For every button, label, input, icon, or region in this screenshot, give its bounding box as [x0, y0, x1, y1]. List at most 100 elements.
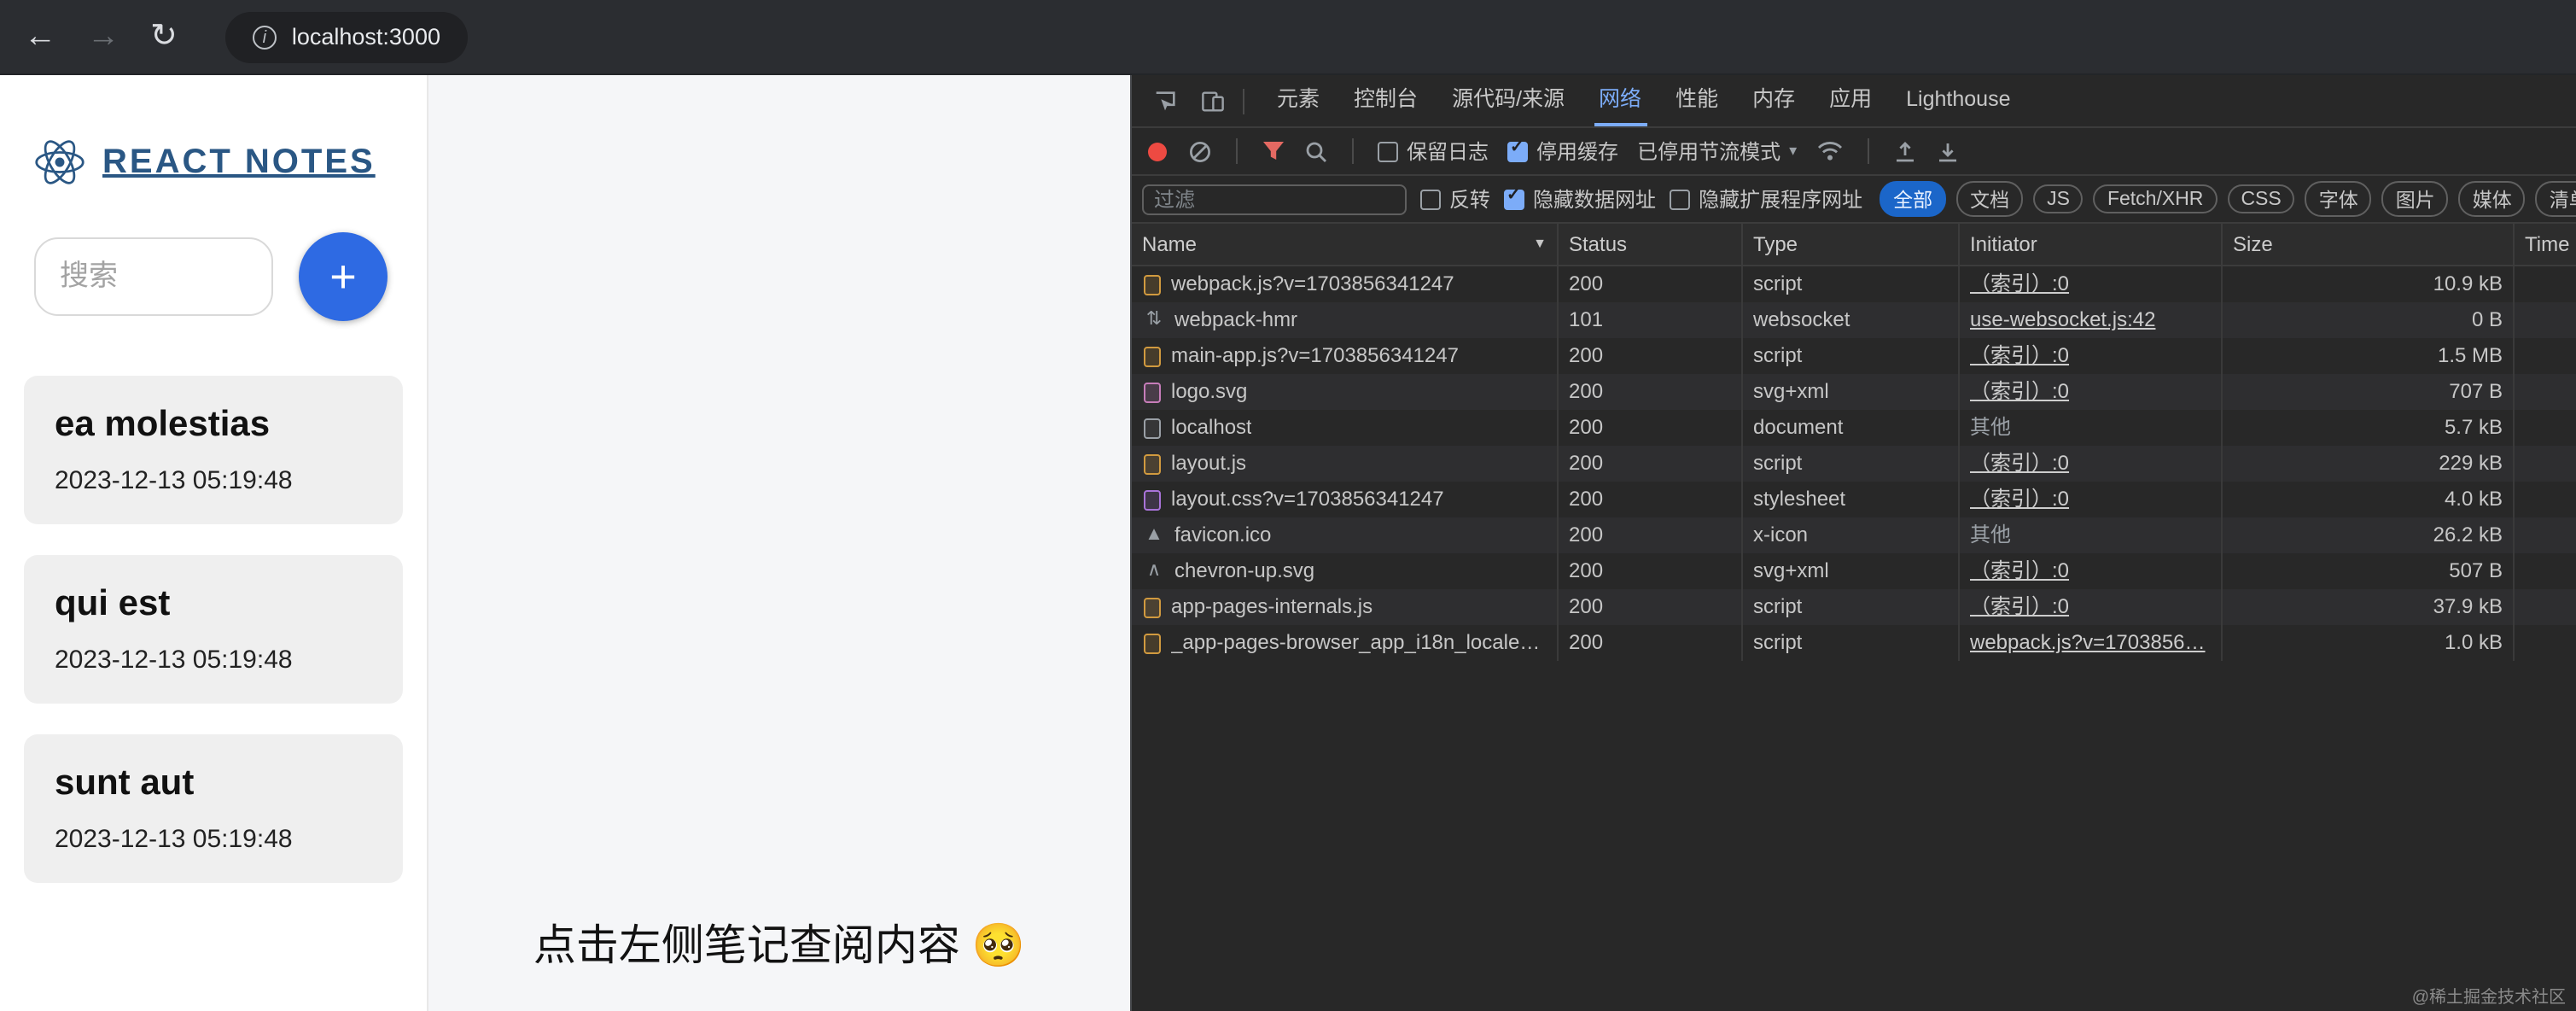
hide-data-urls-checkbox[interactable]: 隐藏数据网址: [1504, 184, 1656, 213]
column-header-status[interactable]: Status: [1559, 224, 1743, 265]
network-request-row[interactable]: logo.svg200svg+xml（索引）:0707 B: [1132, 374, 2576, 410]
devtools-tab-元素[interactable]: 元素: [1260, 75, 1337, 126]
type-chip-字体[interactable]: 字体: [2305, 181, 2372, 217]
chevron-down-icon: ▾: [1789, 142, 1797, 161]
network-request-row[interactable]: layout.js200script（索引）:0229 kB: [1132, 446, 2576, 482]
column-header-name[interactable]: Name ▼: [1132, 224, 1559, 265]
devtools-tab-性能[interactable]: 性能: [1658, 75, 1735, 126]
request-size: 229 kB: [2223, 446, 2515, 482]
note-content-area: 点击左侧笔记查阅内容 🥺: [427, 75, 1130, 1011]
type-chip-JS[interactable]: JS: [2033, 184, 2084, 213]
request-status: 200: [1559, 374, 1743, 410]
column-header-type[interactable]: Type: [1743, 224, 1960, 265]
devtools-tabs: 元素控制台源代码/来源网络性能内存应用Lighthouse: [1260, 75, 2028, 126]
network-request-row[interactable]: ∧chevron-up.svg200svg+xml（索引）:0507 B: [1132, 553, 2576, 589]
request-initiator[interactable]: （索引）:0: [1970, 266, 2211, 302]
column-header-initiator[interactable]: Initiator: [1960, 224, 2223, 265]
request-status: 200: [1559, 266, 1743, 302]
back-icon[interactable]: ←: [24, 20, 56, 53]
network-request-row[interactable]: _app-pages-browser_app_i18n_locale…200sc…: [1132, 625, 2576, 661]
note-card[interactable]: ea molestias 2023-12-13 05:19:48: [24, 376, 403, 524]
note-title: ea molestias: [55, 405, 372, 446]
hide-extension-urls-checkbox[interactable]: 隐藏扩展程序网址: [1670, 184, 1862, 213]
network-request-row[interactable]: layout.css?v=1703856341247200stylesheet（…: [1132, 482, 2576, 517]
type-chip-媒体[interactable]: 媒体: [2459, 181, 2526, 217]
type-chip-文档[interactable]: 文档: [1956, 181, 2023, 217]
app-brand[interactable]: REACT NOTES: [34, 137, 427, 188]
network-request-row[interactable]: app-pages-internals.js200script（索引）:037.…: [1132, 589, 2576, 625]
checkbox-box: [1378, 141, 1398, 161]
checkbox-box: [1420, 189, 1441, 209]
network-request-row[interactable]: ▲favicon.ico200x-icon其他26.2 kB: [1132, 517, 2576, 553]
request-type: script: [1743, 266, 1960, 302]
request-name-cell: app-pages-internals.js: [1132, 589, 1559, 625]
type-chip-图片[interactable]: 图片: [2382, 181, 2449, 217]
network-request-row[interactable]: main-app.js?v=1703856341247200script（索引）…: [1132, 338, 2576, 374]
device-toolbar-icon[interactable]: [1190, 79, 1234, 123]
clear-icon[interactable]: [1188, 139, 1212, 163]
address-bar[interactable]: i localhost:3000: [225, 11, 468, 62]
request-status: 200: [1559, 589, 1743, 625]
column-header-size[interactable]: Size: [2223, 224, 2515, 265]
note-card[interactable]: sunt aut2023-12-13 05:19:48: [24, 734, 403, 883]
chevron-file-icon: ∧: [1144, 562, 1164, 581]
request-initiator[interactable]: use-websocket.js:42: [1970, 302, 2211, 338]
note-date: 2023-12-13 05:19:48: [55, 466, 372, 495]
throttling-select[interactable]: 已停用节流模式 ▾: [1637, 137, 1797, 166]
request-name-cell: layout.js: [1132, 446, 1559, 482]
search-icon[interactable]: [1304, 139, 1328, 163]
devtools-tab-Lighthouse[interactable]: Lighthouse: [1889, 75, 2027, 126]
forward-icon[interactable]: →: [87, 20, 119, 53]
request-size: 1.5 MB: [2223, 338, 2515, 374]
devtools-tab-源代码/来源[interactable]: 源代码/来源: [1435, 75, 1582, 126]
request-size: 37.9 kB: [2223, 589, 2515, 625]
request-status: 200: [1559, 517, 1743, 553]
checkbox-box: [1507, 141, 1528, 161]
type-chip-清单[interactable]: 清单: [2536, 181, 2576, 217]
record-icon[interactable]: [1145, 139, 1169, 163]
network-request-row[interactable]: localhost200document其他5.7 kB: [1132, 410, 2576, 446]
request-initiator[interactable]: （索引）:0: [1970, 374, 2211, 410]
request-time: [2515, 517, 2576, 553]
request-initiator-cell: （索引）:0: [1960, 553, 2223, 589]
devtools-tab-内存[interactable]: 内存: [1735, 75, 1812, 126]
network-conditions-icon[interactable]: [1815, 140, 1843, 162]
type-chip-全部[interactable]: 全部: [1880, 181, 1946, 217]
react-logo-icon: [34, 137, 85, 188]
preserve-log-checkbox[interactable]: 保留日志: [1378, 137, 1489, 166]
note-card[interactable]: qui est2023-12-13 05:19:48: [24, 555, 403, 704]
inspect-element-icon[interactable]: [1142, 79, 1186, 123]
stylesheet-file-icon: [1144, 489, 1161, 510]
request-time: [2515, 374, 2576, 410]
export-har-icon[interactable]: [1935, 139, 1959, 163]
request-time: [2515, 589, 2576, 625]
request-initiator[interactable]: （索引）:0: [1970, 589, 2211, 625]
filter-icon[interactable]: [1262, 140, 1285, 162]
request-name-cell: ∧chevron-up.svg: [1132, 553, 1559, 589]
network-filter-input[interactable]: [1142, 184, 1407, 214]
request-initiator[interactable]: （索引）:0: [1970, 482, 2211, 517]
devtools-tab-网络[interactable]: 网络: [1582, 75, 1658, 126]
disable-cache-checkbox[interactable]: 停用缓存: [1507, 137, 1618, 166]
request-type: websocket: [1743, 302, 1960, 338]
request-initiator[interactable]: （索引）:0: [1970, 446, 2211, 482]
network-request-row[interactable]: ⇅webpack-hmr101websocketuse-websocket.js…: [1132, 302, 2576, 338]
site-info-icon[interactable]: i: [253, 25, 277, 49]
import-har-icon[interactable]: [1892, 139, 1916, 163]
devtools-tab-应用[interactable]: 应用: [1812, 75, 1889, 126]
request-initiator[interactable]: webpack.js?v=1703856…: [1970, 625, 2211, 661]
sort-desc-icon: ▼: [1533, 224, 1547, 265]
request-initiator[interactable]: （索引）:0: [1970, 553, 2211, 589]
type-chip-CSS[interactable]: CSS: [2227, 184, 2294, 213]
add-note-button[interactable]: +: [299, 232, 388, 321]
request-initiator[interactable]: （索引）:0: [1970, 338, 2211, 374]
network-request-row[interactable]: webpack.js?v=1703856341247200script（索引）:…: [1132, 266, 2576, 302]
column-header-time[interactable]: Time: [2515, 224, 2576, 265]
invert-checkbox[interactable]: 反转: [1420, 184, 1490, 213]
devtools-tab-控制台[interactable]: 控制台: [1337, 75, 1435, 126]
network-toolbar: 保留日志 停用缓存 已停用节流模式 ▾: [1132, 128, 2576, 176]
reload-icon[interactable]: ↻: [150, 20, 178, 53]
disable-cache-label: 停用缓存: [1536, 137, 1618, 166]
type-chip-Fetch/XHR[interactable]: Fetch/XHR: [2094, 184, 2218, 213]
search-input[interactable]: [34, 237, 273, 316]
